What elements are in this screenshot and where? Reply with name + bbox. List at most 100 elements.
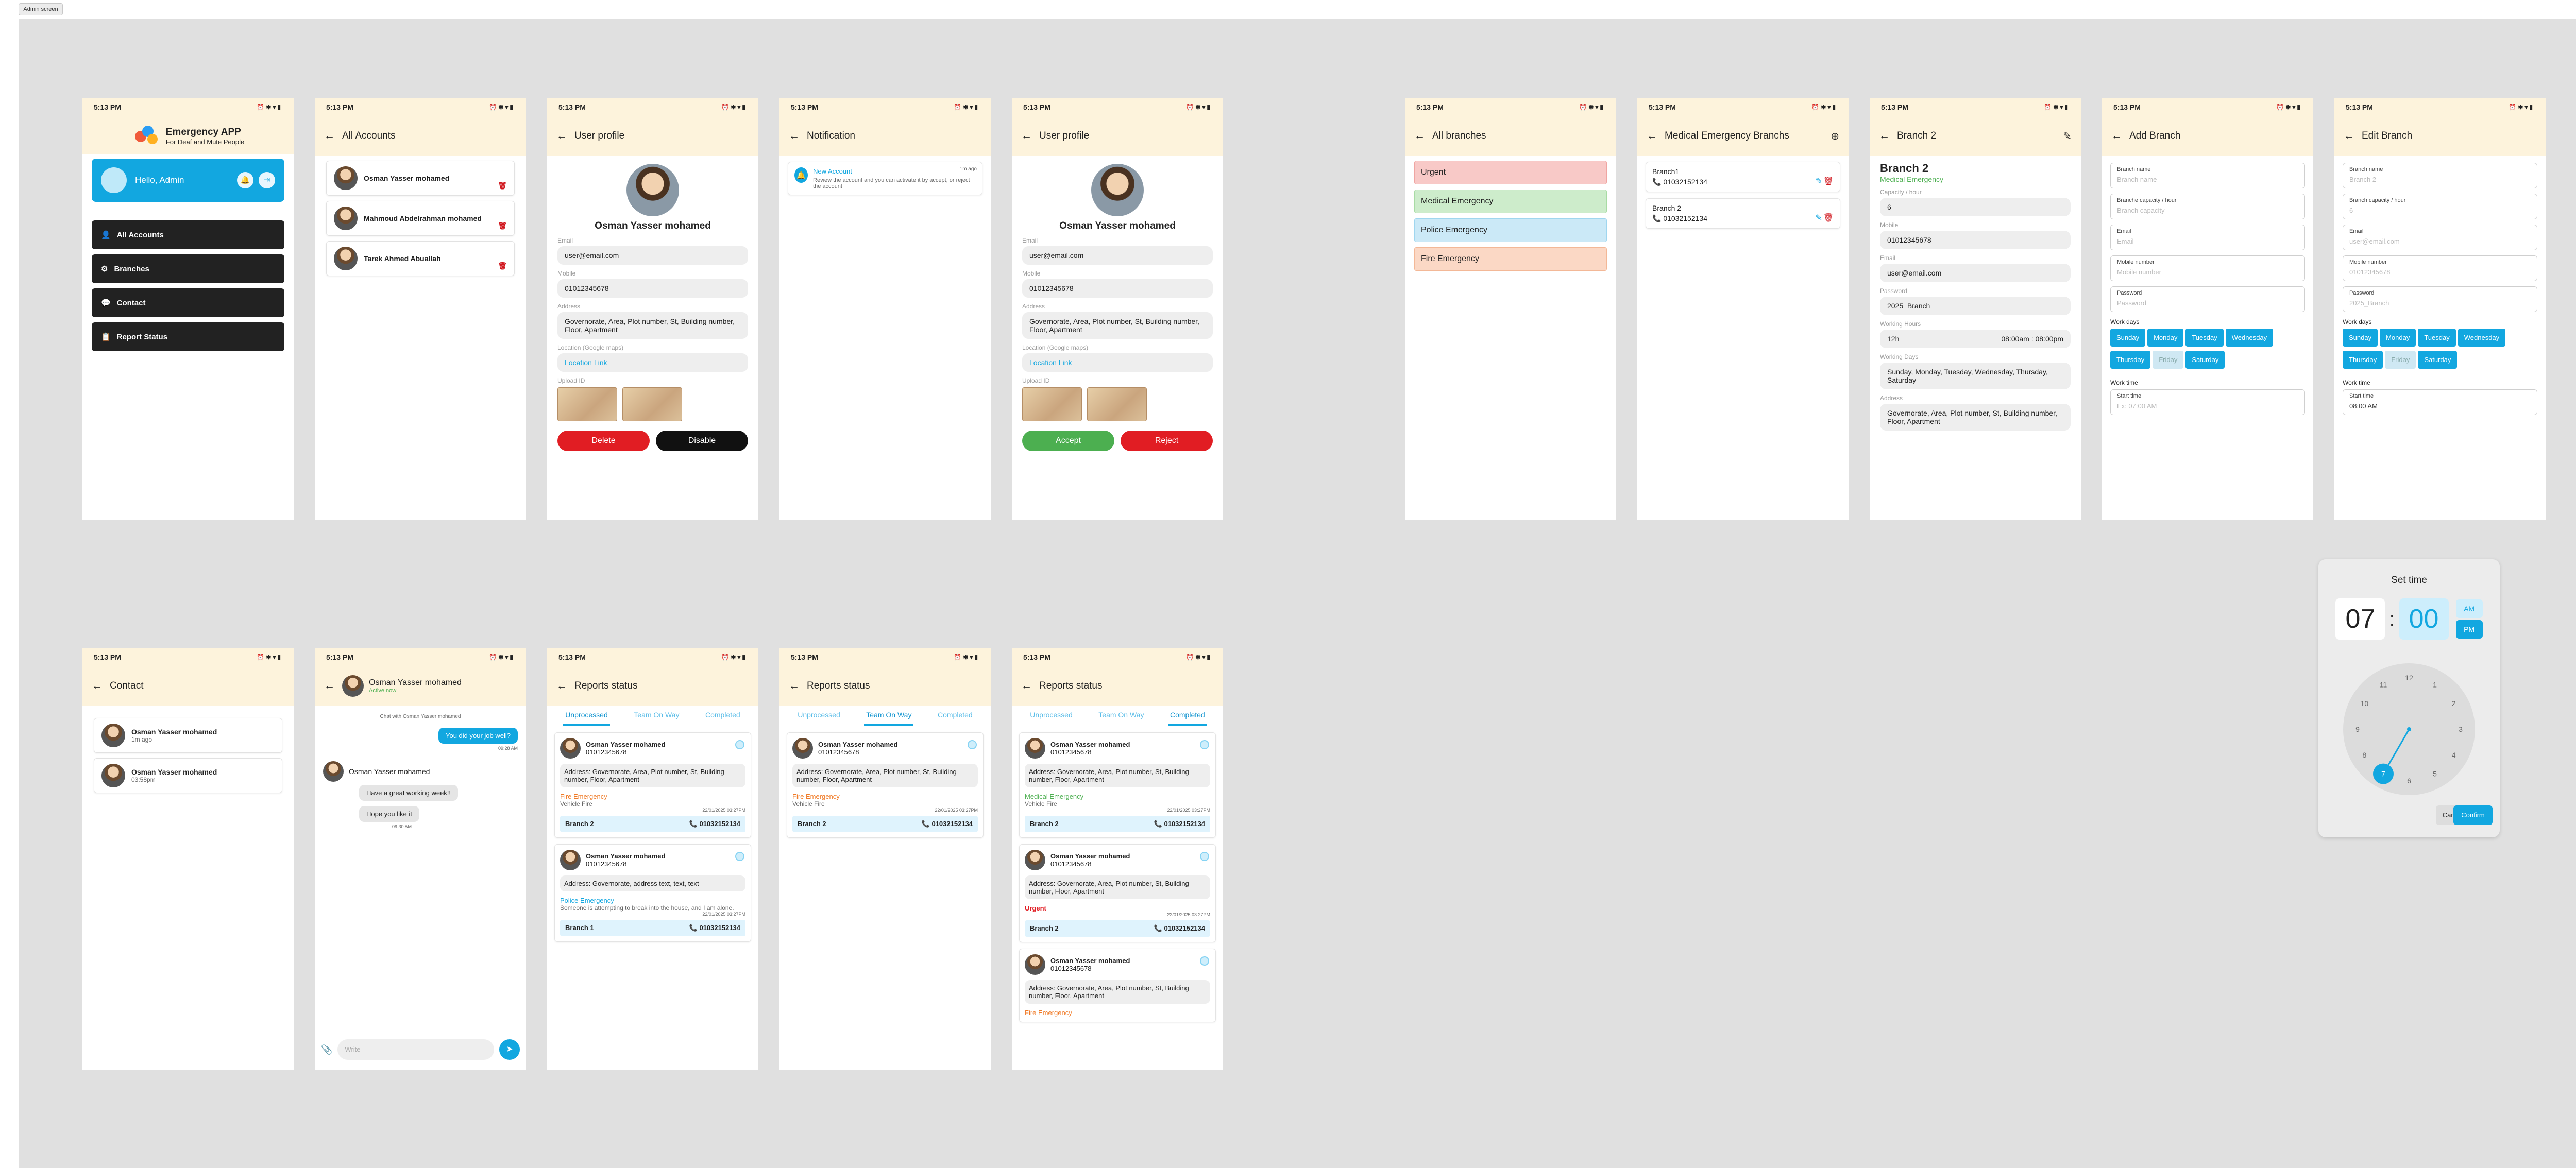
mobile-input[interactable]: Mobile number 01012345678 [2343, 255, 2537, 281]
clock-dial[interactable]: 121234567891011 [2342, 662, 2476, 796]
pm-toggle[interactable]: PM [2455, 620, 2483, 639]
id-card-image[interactable] [622, 387, 682, 421]
branch-name-input[interactable]: Branch name Branch 2 [2343, 163, 2537, 188]
clock-number[interactable]: 10 [2361, 699, 2369, 708]
back-arrow-icon[interactable]: ← [789, 680, 800, 692]
day-chip[interactable]: Monday [2380, 329, 2416, 347]
tab-completed[interactable]: Completed [703, 706, 742, 726]
send-icon[interactable]: ➤ [499, 1039, 520, 1060]
disable-button[interactable]: Disable [656, 431, 748, 451]
contact-row[interactable]: Osman Yasser mohamed 03:58pm [94, 758, 282, 793]
branch-name-input[interactable]: Branch name Branch name [2110, 163, 2305, 188]
location-link[interactable]: Location Link [1022, 353, 1213, 372]
password-input[interactable]: Password 2025_Branch [2343, 286, 2537, 312]
day-chip[interactable]: Saturday [2418, 351, 2458, 369]
menu-all-accounts[interactable]: 👤 All Accounts [92, 220, 284, 249]
category-police[interactable]: Police Emergency [1414, 218, 1607, 242]
back-arrow-icon[interactable]: ← [556, 680, 567, 692]
branch-capacity-input[interactable]: Branch capacity / hour 6 [2343, 194, 2537, 219]
contact-row[interactable]: Osman Yasser mohamed 1m ago [94, 718, 282, 753]
report-card[interactable]: Osman Yasser mohamed 01012345678 Address:… [554, 844, 751, 942]
id-card-image[interactable] [1022, 387, 1082, 421]
day-chip[interactable]: Thursday [2110, 351, 2151, 369]
report-card[interactable]: Osman Yasser mohamed 01012345678 Address:… [1019, 949, 1216, 1022]
email-input[interactable]: Email Email [2110, 225, 2305, 250]
menu-contact[interactable]: 💬 Contact [92, 288, 284, 317]
back-arrow-icon[interactable]: ← [2111, 130, 2122, 142]
tab-team-on-way[interactable]: Team On Way [864, 706, 914, 726]
clock-number[interactable]: 12 [2405, 674, 2413, 682]
category-urgent[interactable]: Urgent [1414, 161, 1607, 184]
day-chip[interactable]: Saturday [2185, 351, 2225, 369]
tab-team-on-way[interactable]: Team On Way [1096, 706, 1146, 726]
logout-icon[interactable]: ⇥ [259, 172, 275, 188]
tab-team-on-way[interactable]: Team On Way [632, 706, 681, 726]
trash-icon[interactable]: 🗑 [1823, 213, 1834, 223]
back-arrow-icon[interactable]: ← [2344, 130, 2354, 142]
menu-report-status[interactable]: 📋 Report Status [92, 322, 284, 351]
back-arrow-icon[interactable]: ← [324, 130, 335, 142]
branch-card[interactable]: Branch 2 📞 01032152134 ✎ 🗑 [1646, 198, 1840, 229]
start-time-input[interactable]: Start time Ex: 07:00 AM [2110, 389, 2305, 415]
tab-completed[interactable]: Completed [936, 706, 975, 726]
day-chip[interactable]: Sunday [2110, 329, 2146, 347]
category-fire[interactable]: Fire Emergency [1414, 247, 1607, 271]
email-input[interactable]: Email user@email.com [2343, 225, 2537, 250]
report-card[interactable]: Osman Yasser mohamed 01012345678 Address:… [554, 732, 751, 838]
report-card[interactable]: Osman Yasser mohamed 01012345678 Address:… [787, 732, 984, 838]
tab-unprocessed[interactable]: Unprocessed [1028, 706, 1075, 726]
confirm-button[interactable]: Confirm [2453, 805, 2493, 825]
edit-icon[interactable]: ✎ [1816, 213, 1822, 223]
bell-icon[interactable]: 🔔 [237, 172, 253, 188]
trash-icon[interactable]: 🗑 [498, 221, 507, 230]
branch-capacity-input[interactable]: Branche capacity / hour Branch capacity [2110, 194, 2305, 219]
delete-button[interactable]: Delete [557, 431, 650, 451]
account-row[interactable]: Mahmoud Abdelrahman mohamed 🗑 [326, 201, 515, 236]
clock-number[interactable]: 6 [2407, 777, 2411, 785]
clock-number[interactable]: 9 [2355, 725, 2360, 733]
day-chip[interactable]: Tuesday [2418, 329, 2456, 347]
day-chip[interactable]: Friday [2153, 351, 2184, 369]
day-chip[interactable]: Wednesday [2458, 329, 2506, 347]
am-toggle[interactable]: AM [2455, 599, 2483, 618]
clock-number[interactable]: 7 [2381, 770, 2385, 778]
accept-button[interactable]: Accept [1022, 431, 1114, 451]
password-input[interactable]: Password Password [2110, 286, 2305, 312]
category-medical[interactable]: Medical Emergency [1414, 190, 1607, 213]
back-arrow-icon[interactable]: ← [92, 680, 103, 692]
day-chip[interactable]: Monday [2147, 329, 2184, 347]
report-card[interactable]: Osman Yasser mohamed 01012345678 Address:… [1019, 844, 1216, 942]
clock-number[interactable]: 1 [2433, 680, 2437, 689]
day-chip[interactable]: Tuesday [2185, 329, 2224, 347]
back-arrow-icon[interactable]: ← [324, 680, 335, 692]
menu-branches[interactable]: ⚙ Branches [92, 254, 284, 283]
back-arrow-icon[interactable]: ← [789, 130, 800, 142]
id-card-image[interactable] [1087, 387, 1147, 421]
location-link[interactable]: Location Link [557, 353, 748, 372]
account-row[interactable]: Osman Yasser mohamed 🗑 [326, 161, 515, 196]
reject-button[interactable]: Reject [1121, 431, 1213, 451]
clock-number[interactable]: 5 [2433, 770, 2437, 778]
start-time-input[interactable]: Start time 08:00 AM [2343, 389, 2537, 415]
clock-number[interactable]: 11 [2380, 680, 2387, 689]
edit-icon[interactable]: ✎ [2063, 130, 2072, 143]
clock-number[interactable]: 2 [2452, 699, 2456, 708]
back-arrow-icon[interactable]: ← [1879, 130, 1890, 142]
back-arrow-icon[interactable]: ← [1414, 130, 1425, 142]
back-arrow-icon[interactable]: ← [1021, 130, 1032, 142]
day-chip[interactable]: Wednesday [2225, 329, 2274, 347]
tab-unprocessed[interactable]: Unprocessed [563, 706, 610, 726]
branch-card[interactable]: Branch1 📞 01032152134 ✎ 🗑 [1646, 162, 1840, 192]
back-arrow-icon[interactable]: ← [1647, 130, 1657, 142]
back-arrow-icon[interactable]: ← [556, 130, 567, 142]
clock-number[interactable]: 8 [2362, 751, 2366, 759]
notification-item[interactable]: 🔔 New Account Review the account and you… [788, 162, 982, 195]
trash-icon[interactable]: 🗑 [498, 181, 507, 190]
attach-icon[interactable]: 📎 [321, 1044, 332, 1055]
day-chip[interactable]: Thursday [2343, 351, 2383, 369]
tab-unprocessed[interactable]: Unprocessed [795, 706, 842, 726]
message-input[interactable]: Write [337, 1039, 494, 1060]
report-card[interactable]: Osman Yasser mohamed 01012345678 Address:… [1019, 732, 1216, 838]
clock-number[interactable]: 4 [2452, 751, 2456, 759]
id-card-image[interactable] [557, 387, 617, 421]
